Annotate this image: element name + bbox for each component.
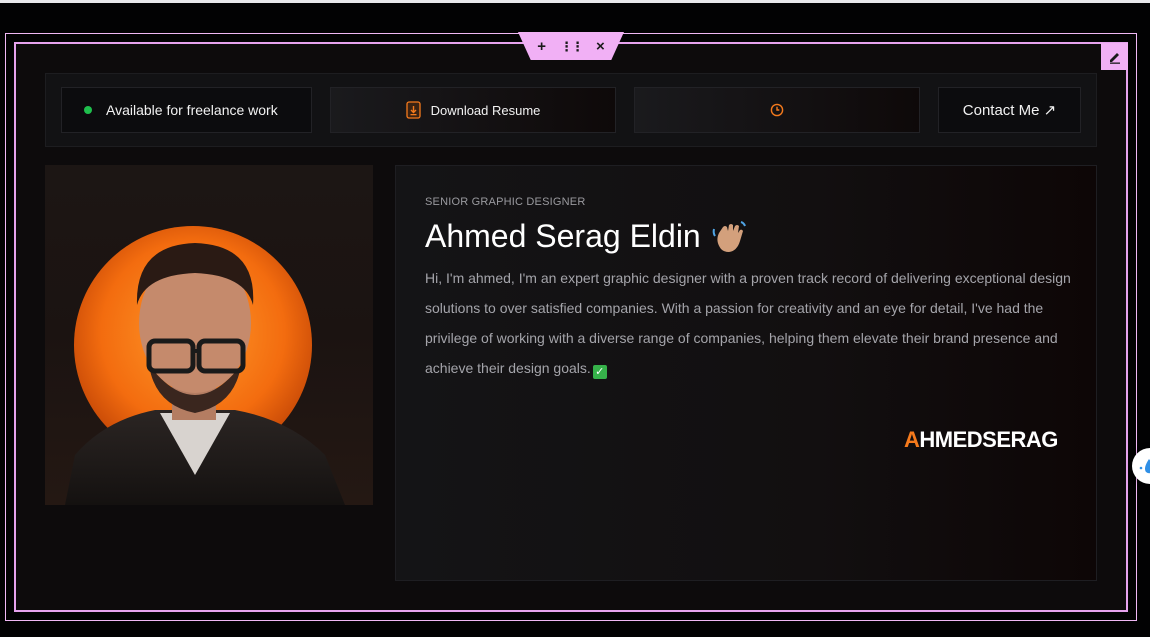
clock-icon — [770, 103, 784, 117]
profile-bio-text: Hi, I'm ahmed, I'm an expert graphic des… — [425, 270, 1071, 376]
download-resume-button[interactable]: Download Resume — [330, 87, 616, 133]
contact-me-label: Contact Me ↗ — [962, 102, 1057, 119]
section-toolbar: + ⋮⋮ × — [518, 32, 624, 60]
profile-name-text: Ahmed Serag Eldin — [425, 218, 701, 254]
pencil-icon — [1109, 52, 1120, 64]
availability-badge: Available for freelance work — [61, 87, 312, 133]
add-section-button[interactable]: + — [537, 39, 546, 54]
edit-section-button[interactable] — [1101, 43, 1128, 70]
close-section-button[interactable]: × — [596, 39, 605, 54]
svg-text:AHMEDSERAG: AHMEDSERAG — [904, 427, 1058, 452]
quick-actions-bar: Available for freelance work Download Re… — [45, 73, 1097, 147]
file-download-icon — [405, 101, 421, 119]
status-dot-icon — [84, 106, 92, 114]
availability-label: Available for freelance work — [106, 102, 278, 118]
profile-photo — [45, 165, 373, 505]
contact-me-button[interactable]: Contact Me ↗ — [938, 87, 1081, 133]
check-mark-icon: ✓ — [592, 365, 607, 379]
profile-bio: Hi, I'm ahmed, I'm an expert graphic des… — [425, 263, 1073, 383]
editor-canvas: + ⋮⋮ × Available for freelance work Down… — [0, 0, 1150, 637]
droplet-icon — [1139, 459, 1150, 474]
waving-hand-icon — [712, 220, 746, 252]
profile-name: Ahmed Serag Eldin — [425, 218, 747, 255]
ahmedserag-logo: AHMEDSERAG — [904, 424, 1068, 454]
portrait-illustration — [65, 226, 345, 505]
local-time-widget — [634, 87, 920, 133]
drag-handle-button[interactable]: ⋮⋮ — [560, 40, 584, 53]
job-title: SENIOR GRAPHIC DESIGNER — [425, 196, 586, 208]
download-resume-label: Download Resume — [430, 102, 541, 118]
profile-card: SENIOR GRAPHIC DESIGNER Ahmed Serag Eldi… — [395, 165, 1097, 581]
